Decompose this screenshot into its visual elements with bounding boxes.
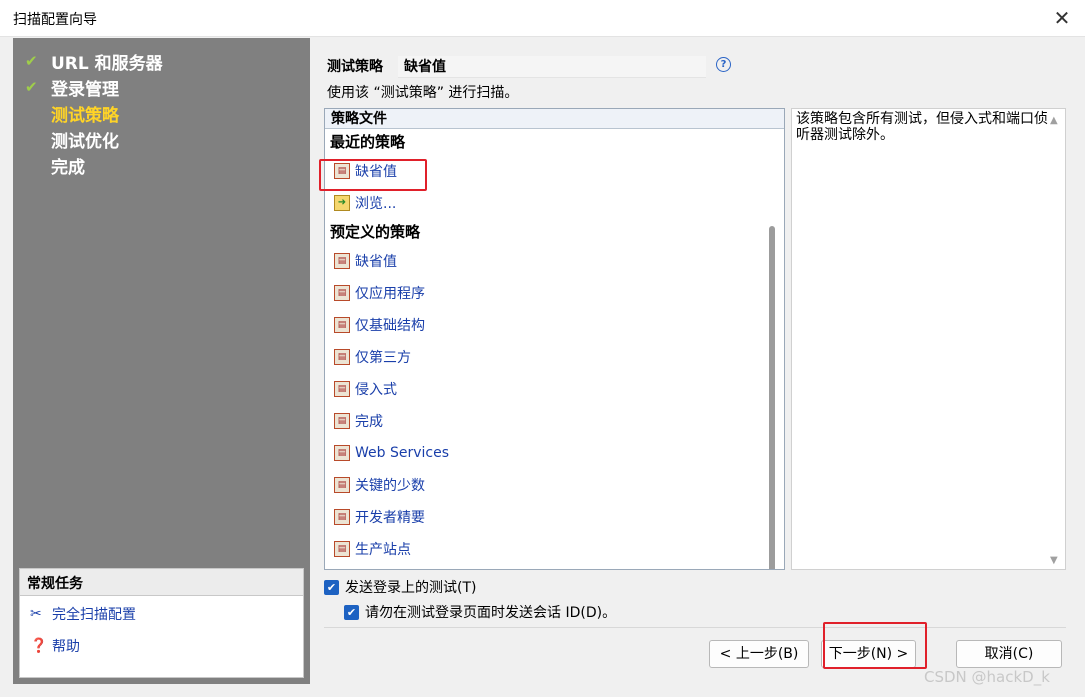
predefined-policy-item[interactable]: ▤ 仅第三方 xyxy=(330,341,784,373)
browse-policy[interactable]: ➜ 浏览... xyxy=(330,187,784,219)
highlight-next-button xyxy=(823,622,927,669)
highlight-recent-default xyxy=(319,159,427,191)
send-login-option[interactable]: ✔ 发送登录上的测试(T) xyxy=(324,577,476,597)
list-body: 最近的策略 ▤ 缺省值 ➜ 浏览... 预定义的策略 ▤ 缺省值 ▤ 仅应用程序 ▤ 仅基… xyxy=(325,129,784,565)
steps-list: ✔ URL 和服务器 ✔ 登录管理 测试策略 测试优化 完成 xyxy=(25,48,163,178)
step-complete[interactable]: 完成 xyxy=(25,152,163,178)
step-test-policy[interactable]: 测试策略 xyxy=(25,100,163,126)
open-folder-icon: ➜ xyxy=(334,195,350,211)
step-label: 完成 xyxy=(51,157,85,178)
checkmark-icon: ✔ xyxy=(25,78,38,96)
policy-file-icon: ▤ xyxy=(334,317,350,333)
close-icon[interactable]: ✕ xyxy=(1049,6,1075,32)
title-bar: 扫描配置向导 ✕ xyxy=(0,0,1085,37)
list-header: 策略文件 xyxy=(325,109,784,129)
policy-file-icon: ▤ xyxy=(334,509,350,525)
tasks-title: 常规任务 xyxy=(20,569,303,596)
help-icon[interactable]: ? xyxy=(716,57,731,72)
predefined-policy-item[interactable]: ▤ 侵入式 xyxy=(330,373,784,405)
predefined-policies-title: 预定义的策略 xyxy=(330,223,421,241)
step-label: URL 和服务器 xyxy=(51,53,163,74)
scroll-up-icon[interactable]: ▲ xyxy=(1050,113,1058,129)
step-test-optimization[interactable]: 测试优化 xyxy=(25,126,163,152)
checkbox-checked-icon[interactable]: ✔ xyxy=(344,604,359,620)
step-label: 测试策略 xyxy=(51,105,119,126)
checkmark-icon: ✔ xyxy=(25,52,38,70)
wizard-steps-panel: ✔ URL 和服务器 ✔ 登录管理 测试策略 测试优化 完成 常规任务 ✂ 完全扫描… xyxy=(13,38,310,684)
predefined-policy-item[interactable]: ▤ 仅基础结构 xyxy=(330,309,784,341)
no-session-id-option[interactable]: ✔ 请勿在测试登录页面时发送会话 ID(D)。 xyxy=(344,602,616,622)
description-scrollbar[interactable]: ▲ ▼ xyxy=(1050,113,1062,566)
policy-file-icon: ▤ xyxy=(334,349,350,365)
divider xyxy=(324,627,1066,628)
help-link[interactable]: ❓ 帮助 xyxy=(20,632,303,660)
policy-hint: 使用该 “测试策略” 进行扫描。 xyxy=(327,85,519,101)
policy-label: 测试策略 xyxy=(327,59,383,75)
policy-file-icon: ▤ xyxy=(334,445,350,461)
scroll-down-icon[interactable]: ▼ xyxy=(1050,553,1058,569)
main-panel: 测试策略 缺省值 ? 使用该 “测试策略” 进行扫描。 策略文件 最近的策略 ▤… xyxy=(314,38,1071,684)
recent-policies-title: 最近的策略 xyxy=(330,133,406,151)
full-scan-config-link[interactable]: ✂ 完全扫描配置 xyxy=(20,600,303,628)
predefined-policy-item[interactable]: ▤ 仅应用程序 xyxy=(330,277,784,309)
policy-file-icon: ▤ xyxy=(334,381,350,397)
back-button[interactable]: < 上一步(B) xyxy=(709,640,809,668)
list-scrollbar[interactable] xyxy=(769,226,775,569)
policy-file-icon: ▤ xyxy=(334,285,350,301)
policy-file-icon: ▤ xyxy=(334,413,350,429)
policy-value[interactable]: 缺省值 xyxy=(398,56,706,78)
window-title: 扫描配置向导 xyxy=(13,12,97,28)
predefined-policy-item[interactable]: ▤ 缺省值 xyxy=(330,245,784,277)
policy-file-icon: ▤ xyxy=(334,541,350,557)
help-icon: ❓ xyxy=(30,638,48,654)
predefined-policy-item[interactable]: ▤ 生产站点 xyxy=(330,533,784,565)
checkbox-checked-icon[interactable]: ✔ xyxy=(324,579,339,595)
predefined-policy-item[interactable]: ▤ 关键的少数 xyxy=(330,469,784,501)
step-login-management[interactable]: ✔ 登录管理 xyxy=(25,74,163,100)
step-url-servers[interactable]: ✔ URL 和服务器 xyxy=(25,48,163,74)
step-label: 登录管理 xyxy=(51,79,119,100)
tools-icon: ✂ xyxy=(30,606,42,622)
policy-description: 该策略包含所有测试，但侵入式和端口侦听器测试除外。 ▲ ▼ xyxy=(791,108,1066,570)
description-text: 该策略包含所有测试，但侵入式和端口侦听器测试除外。 xyxy=(796,111,1048,143)
step-label: 测试优化 xyxy=(51,131,119,152)
policy-file-icon: ▤ xyxy=(334,477,350,493)
predefined-policy-item[interactable]: ▤ Web Services xyxy=(330,437,784,469)
predefined-policy-item[interactable]: ▤ 开发者精要 xyxy=(330,501,784,533)
watermark: CSDN @hackD_k xyxy=(924,668,1050,686)
predefined-policy-item[interactable]: ▤ 完成 xyxy=(330,405,784,437)
common-tasks-box: 常规任务 ✂ 完全扫描配置 ❓ 帮助 xyxy=(19,568,304,678)
policy-file-icon: ▤ xyxy=(334,253,350,269)
cancel-button[interactable]: 取消(C) xyxy=(956,640,1062,668)
